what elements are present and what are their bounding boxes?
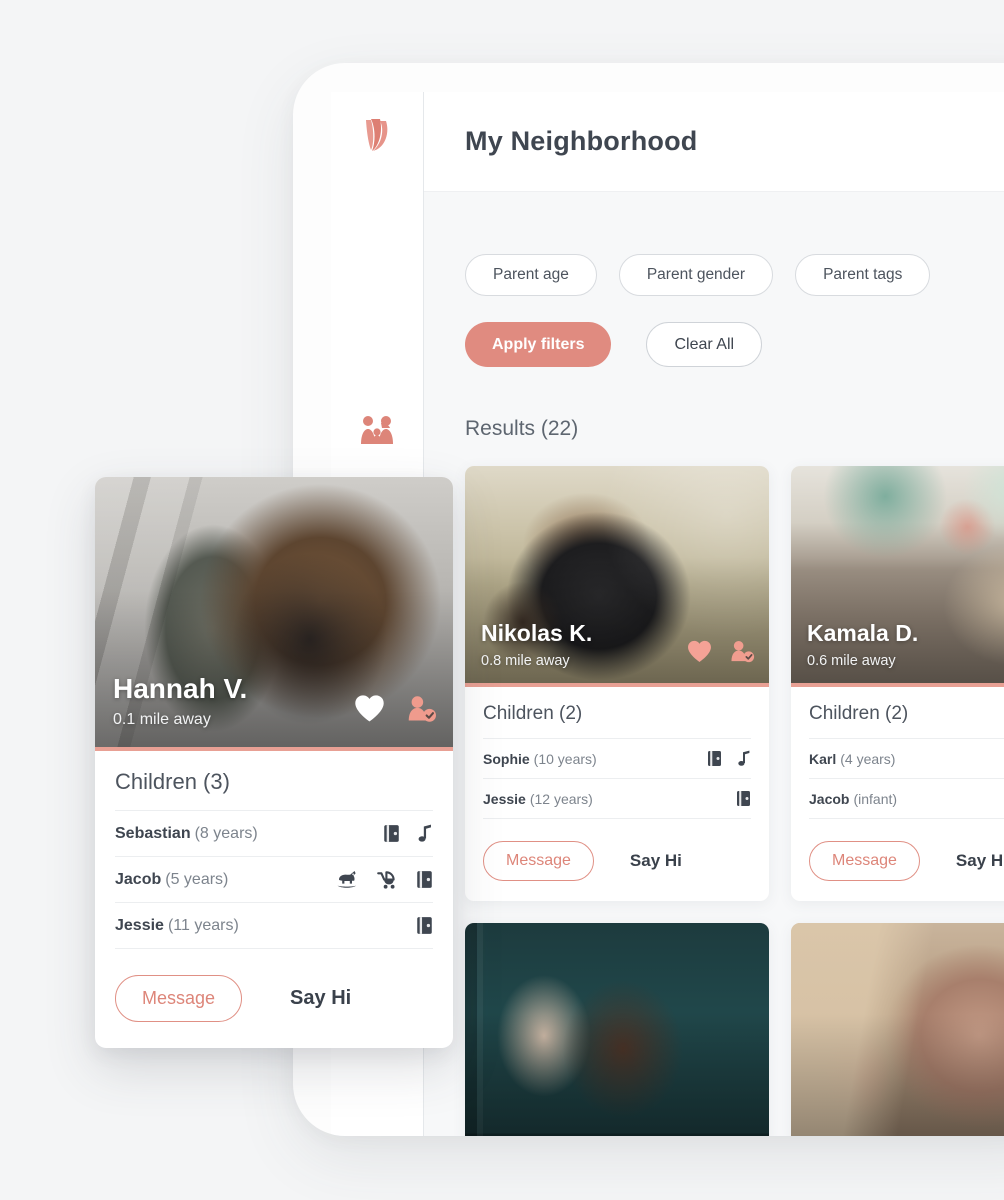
child-name: Jessie [115,916,164,934]
topbar: My Neighborhood [423,92,1004,192]
card-body: Children (3) Sebastian (8 years) Jacob (… [95,751,453,949]
child-age: (5 years) [165,870,229,888]
filter-chip-parent-gender[interactable]: Parent gender [618,254,774,296]
book-icon [384,825,399,842]
profile-distance: 0.8 mile away [481,653,570,669]
profile-card[interactable] [791,923,1004,1136]
message-button[interactable]: Message [809,841,920,881]
verified-person-icon[interactable] [407,695,437,723]
music-note-icon [418,824,431,842]
results-heading: Results (22) [465,417,579,440]
apply-filters-button[interactable]: Apply filters [465,322,612,367]
child-name: Karl [809,750,837,767]
profile-distance: 0.1 mile away [113,711,211,728]
profile-photo [465,923,769,1136]
clear-all-button[interactable]: Clear All [646,322,763,367]
child-tag-icons [416,916,433,935]
child-age: (11 years) [167,916,239,934]
card-body: Children (2) Karl (4 years) Jacob (infan… [791,687,1004,819]
heart-icon[interactable] [354,694,385,723]
child-tag-icons [736,790,751,807]
book-icon [417,871,432,888]
children-heading: Children (2) [809,703,909,724]
child-age: (infant) [853,790,898,807]
stroller-icon [377,871,395,889]
tulip-logo-icon[interactable] [359,114,395,154]
say-hi-button[interactable]: Say Hi [290,987,351,1010]
photo-action-icons [354,694,437,723]
say-hi-button[interactable]: Say Hi [630,851,682,871]
profile-photo: Hannah V. 0.1 mile away [95,477,453,747]
child-tag-icons [336,870,433,889]
child-row: Jessie (11 years) [115,902,433,948]
filter-chip-parent-tags[interactable]: Parent tags [795,254,931,296]
child-tag-icons [707,750,751,767]
child-age: (8 years) [194,824,258,842]
child-row: Sebastian (8 years) [115,810,433,856]
card-actions: Message Say Hi [465,819,769,901]
filter-chip-parent-age[interactable]: Parent age [465,254,597,296]
profile-photo: Nikolas K. 0.8 mile away [465,466,769,683]
card-body: Children (2) Sophie (10 years) Jessie (1… [465,687,769,819]
photo-overlay [465,1014,769,1136]
child-age: (10 years) [533,750,597,767]
say-hi-button[interactable]: Say Hi [956,851,1004,871]
message-button[interactable]: Message [115,975,243,1022]
results-grid: Nikolas K. 0.8 mile away Children (2) So… [465,466,1004,1136]
photo-action-icons [687,640,755,663]
profile-card[interactable]: Nikolas K. 0.8 mile away Children (2) So… [465,466,769,901]
profile-photo [791,923,1004,1136]
profile-photo: Kamala D. 0.6 mile away [791,466,1004,683]
child-name: Sophie [483,750,530,767]
child-name: Sebastian [115,824,191,842]
card-actions: Message Say Hi [95,949,453,1048]
child-age: (12 years) [529,790,593,807]
profile-distance: 0.6 mile away [807,653,896,669]
child-name: Jacob [809,790,850,807]
content-area: Parent age Parent gender Parent tags App… [423,192,1004,1136]
book-icon [737,791,750,806]
featured-profile-card[interactable]: Hannah V. 0.1 mile away Children (3) Seb… [95,477,453,1048]
child-row: Jacob (infant) [809,778,1004,818]
book-icon [708,751,721,766]
child-name: Jessie [483,790,526,807]
sidebar-nav [331,402,423,458]
profile-card[interactable] [465,923,769,1136]
sidebar-item-neighborhood[interactable] [331,402,423,458]
card-actions: Message Say Hi [791,819,1004,901]
profile-name: Nikolas K. [481,620,593,646]
family-icon [361,416,393,444]
heart-icon[interactable] [687,640,712,663]
profile-name: Kamala D. [807,620,919,646]
children-heading: Children (2) [483,703,583,724]
screen: My Neighborhood Parent age Parent gender… [0,0,1004,1200]
profile-card[interactable]: Kamala D. 0.6 mile away Children (2) Kar… [791,466,1004,901]
children-heading: Children (3) [115,769,230,794]
message-button[interactable]: Message [483,841,594,881]
photo-overlay [791,1014,1004,1136]
music-note-icon [738,750,750,766]
child-row: Jessie (12 years) [483,778,751,818]
child-name: Jacob [115,870,162,888]
filter-chip-row: Parent age Parent gender Parent tags [465,254,1004,296]
child-tag-icons [383,824,433,843]
rocking-horse-icon [337,871,357,888]
profile-name: Hannah V. [113,673,248,704]
book-icon [417,917,432,934]
page-title: My Neighborhood [465,126,698,156]
child-age: (4 years) [840,750,896,767]
child-row: Sophie (10 years) [483,738,751,778]
child-row: Jacob (5 years) [115,856,433,902]
child-row: Karl (4 years) [809,738,1004,778]
filter-action-row: Apply filters Clear All [465,322,1004,367]
verified-person-icon[interactable] [730,640,755,663]
